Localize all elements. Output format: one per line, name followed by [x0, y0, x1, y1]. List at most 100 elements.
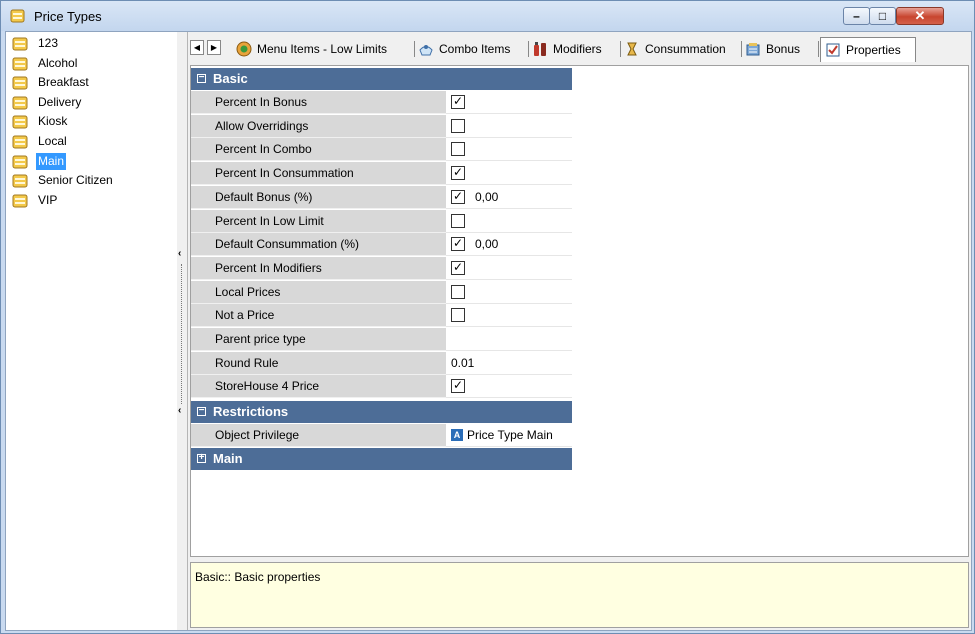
property-name: Allow Overridings: [215, 118, 309, 133]
property-row[interactable]: Round Rule 0.01: [191, 351, 572, 375]
price-type-icon: [12, 155, 28, 169]
property-name-cell: Allow Overridings: [191, 114, 446, 138]
property-row[interactable]: Percent In Low Limit: [191, 209, 572, 233]
property-name: Local Prices: [215, 284, 281, 299]
price-type-tree[interactable]: 123 Alcohol Breakfast Delivery Kiosk Local Mai…: [6, 32, 178, 630]
maximize-icon: □: [878, 9, 887, 23]
property-checkbox[interactable]: [451, 308, 465, 323]
price-type-item[interactable]: Senior Citizen: [12, 171, 172, 191]
price-type-label: Delivery: [38, 94, 82, 109]
property-row[interactable]: StoreHouse 4 Price ✓: [191, 375, 572, 399]
category-label: Basic: [213, 71, 248, 86]
property-checkbox[interactable]: ✓: [451, 165, 465, 181]
tab-properties[interactable]: Properties: [820, 37, 916, 62]
price-type-label: VIP: [38, 192, 58, 207]
property-row[interactable]: Parent price type: [191, 328, 572, 351]
property-row[interactable]: Default Bonus (%) ✓ 0,00: [191, 185, 572, 209]
description-panel: Basic:: Basic properties: [190, 562, 969, 628]
property-checkbox[interactable]: [451, 284, 465, 299]
property-value-cell[interactable]: ✓: [446, 162, 572, 186]
property-value-cell[interactable]: 0.01: [446, 351, 572, 375]
property-name-cell: Percent In Bonus: [191, 91, 446, 114]
property-value-cell[interactable]: [446, 114, 572, 138]
property-checkbox[interactable]: [451, 213, 465, 228]
checkmark-icon: ✓: [453, 236, 464, 251]
property-checkbox[interactable]: ✓: [451, 188, 465, 204]
property-checkbox[interactable]: ✓: [451, 260, 465, 275]
category-basic[interactable]: − Basic: [191, 68, 572, 90]
splitter-grip[interactable]: [181, 264, 184, 404]
property-value-cell[interactable]: [446, 280, 572, 304]
property-name: Parent price type: [215, 332, 306, 346]
property-grid: − Basic Percent In Bonus ✓ Allow Overridin…: [190, 65, 969, 557]
collapse-left-arrow-icon[interactable]: ‹: [178, 248, 181, 259]
price-type-item[interactable]: Alcohol: [12, 54, 172, 74]
property-checkbox[interactable]: [451, 118, 465, 133]
price-type-label: Senior Citizen: [38, 173, 113, 188]
price-type-icon: [12, 194, 28, 208]
property-row[interactable]: Not a Price: [191, 304, 572, 328]
checkmark-icon: ✓: [453, 188, 464, 203]
property-name-cell: Percent In Combo: [191, 138, 446, 162]
property-name-cell: Percent In Modifiers: [191, 256, 446, 280]
property-checkbox[interactable]: [451, 142, 465, 157]
panel-splitter[interactable]: ‹ ‹: [177, 32, 188, 630]
tab-separator: [414, 41, 415, 57]
category-main[interactable]: + Main: [191, 448, 572, 470]
property-value-cell[interactable]: ✓: [446, 375, 572, 399]
price-type-item[interactable]: Breakfast: [12, 73, 172, 93]
tab-label: Properties: [846, 43, 901, 57]
property-value: 0.01: [451, 355, 475, 370]
price-type-item[interactable]: Local: [12, 132, 172, 152]
expand-icon[interactable]: +: [197, 452, 206, 463]
property-name-cell: Parent price type: [191, 328, 446, 351]
price-type-icon: [12, 76, 28, 90]
collapse-left-arrow-icon-lower[interactable]: ‹: [178, 405, 181, 416]
tab-scroll-left-button[interactable]: ◀: [190, 40, 204, 55]
property-checkbox[interactable]: ✓: [451, 94, 465, 109]
price-type-item[interactable]: Main: [12, 152, 172, 172]
title-bar[interactable]: Price Types – □ ✕: [1, 1, 974, 31]
property-value-cell[interactable]: A Price Type Main: [446, 424, 572, 447]
property-value-cell[interactable]: [446, 304, 572, 328]
property-checkbox[interactable]: ✓: [451, 378, 465, 394]
category-restrictions[interactable]: − Restrictions: [191, 401, 572, 423]
price-type-icon: [12, 57, 28, 71]
tab-scroll-right-button[interactable]: ▶: [207, 40, 221, 55]
maximize-button[interactable]: □: [869, 7, 896, 25]
property-value-cell[interactable]: ✓: [446, 256, 572, 280]
property-value-cell[interactable]: [446, 138, 572, 162]
property-value-cell[interactable]: [446, 328, 572, 351]
property-name-cell: StoreHouse 4 Price: [191, 375, 446, 399]
property-value-cell[interactable]: ✓ 0,00: [446, 233, 572, 257]
collapse-icon[interactable]: −: [197, 405, 206, 416]
tab-strip: ◀ ▶ Menu Items - Low Limits Combo Items …: [188, 32, 971, 65]
property-value-cell[interactable]: ✓: [446, 91, 572, 114]
tab-label: Consummation: [645, 42, 726, 56]
tab-label: Combo Items: [439, 42, 511, 56]
property-row[interactable]: Percent In Combo: [191, 138, 572, 162]
property-row[interactable]: Percent In Consummation ✓: [191, 162, 572, 186]
property-row[interactable]: Percent In Bonus ✓: [191, 91, 572, 114]
collapse-icon[interactable]: −: [197, 72, 206, 83]
property-row-object-privilege[interactable]: Object Privilege A Price Type Main: [191, 424, 572, 447]
arrow-left-icon: ◀: [193, 43, 201, 52]
tab-separator: [818, 41, 819, 57]
property-name: StoreHouse 4 Price: [215, 379, 320, 394]
property-row[interactable]: Local Prices: [191, 280, 572, 304]
property-row[interactable]: Default Consummation (%) ✓ 0,00: [191, 233, 572, 257]
property-checkbox[interactable]: ✓: [451, 236, 465, 252]
price-type-item[interactable]: Delivery: [12, 93, 172, 113]
price-type-item[interactable]: Kiosk: [12, 112, 172, 132]
minimize-button[interactable]: –: [843, 7, 870, 25]
property-name-cell: Round Rule: [191, 351, 446, 375]
property-value: 0,00: [475, 237, 499, 252]
price-type-item[interactable]: 123: [12, 34, 172, 54]
price-type-item[interactable]: VIP: [12, 191, 172, 211]
tab-separator: [741, 41, 742, 57]
property-row[interactable]: Percent In Modifiers ✓: [191, 256, 572, 280]
property-row[interactable]: Allow Overridings: [191, 114, 572, 138]
close-button[interactable]: ✕: [896, 7, 944, 25]
property-value-cell[interactable]: [446, 209, 572, 233]
property-value-cell[interactable]: ✓ 0,00: [446, 185, 572, 209]
